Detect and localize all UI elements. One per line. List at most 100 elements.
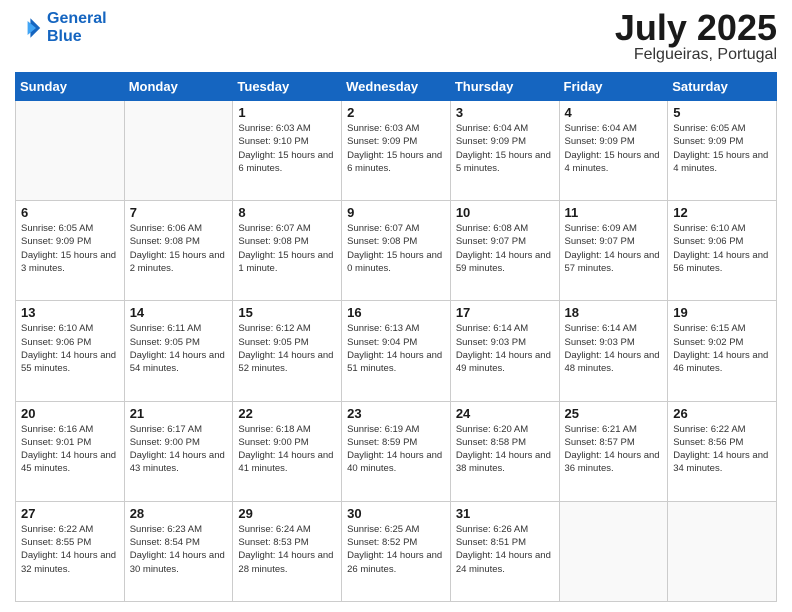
header: General Blue July 2025 Felgueiras, Portu…	[15, 10, 777, 64]
day-number: 5	[673, 105, 771, 120]
day-info: Sunrise: 6:14 AM Sunset: 9:03 PM Dayligh…	[456, 322, 554, 375]
day-number: 20	[21, 406, 119, 421]
day-number: 31	[456, 506, 554, 521]
day-info: Sunrise: 6:15 AM Sunset: 9:02 PM Dayligh…	[673, 322, 771, 375]
day-info: Sunrise: 6:10 AM Sunset: 9:06 PM Dayligh…	[673, 222, 771, 275]
calendar-cell: 23Sunrise: 6:19 AM Sunset: 8:59 PM Dayli…	[342, 401, 451, 501]
calendar-cell: 22 Sunrise: 6:18 AM Sunset: 9:00 PM Dayli…	[233, 401, 342, 501]
day-info: Sunrise: 6:10 AM Sunset: 9:06 PM Dayligh…	[21, 322, 119, 375]
day-number: 19	[673, 305, 771, 320]
day-info: Sunrise: 6:25 AM Sunset: 8:52 PM Dayligh…	[347, 523, 445, 576]
day-number: 9	[347, 205, 445, 220]
calendar-header-row: SundayMondayTuesdayWednesdayThursdayFrid…	[16, 73, 777, 101]
location: Felgueiras, Portugal	[615, 46, 777, 64]
day-info: Sunrise: 6:23 AM Sunset: 8:54 PM Dayligh…	[130, 523, 228, 576]
calendar-cell: 31 Sunrise: 6:26 AM Sunset: 8:51 PM Dayli…	[450, 501, 559, 601]
day-number: 7	[130, 205, 228, 220]
day-number: 12	[673, 205, 771, 220]
calendar-cell: 14 Sunrise: 6:11 AM Sunset: 9:05 PM Dayli…	[124, 301, 233, 401]
day-number: 27	[21, 506, 119, 521]
day-number: 2	[347, 105, 445, 120]
calendar-cell: 18Sunrise: 6:14 AM Sunset: 9:03 PM Dayli…	[559, 301, 668, 401]
calendar-week-2: 6 Sunrise: 6:05 AM Sunset: 9:09 PM Daylig…	[16, 201, 777, 301]
calendar-week-5: 27 Sunrise: 6:22 AM Sunset: 8:55 PM Dayli…	[16, 501, 777, 601]
title-block: July 2025 Felgueiras, Portugal	[615, 10, 777, 64]
calendar-cell: 6 Sunrise: 6:05 AM Sunset: 9:09 PM Daylig…	[16, 201, 125, 301]
day-number: 8	[238, 205, 336, 220]
calendar-cell	[668, 501, 777, 601]
day-number: 4	[565, 105, 663, 120]
day-info: Sunrise: 6:17 AM Sunset: 9:00 PM Dayligh…	[130, 423, 228, 476]
calendar-header-monday: Monday	[124, 73, 233, 101]
day-info: Sunrise: 6:20 AM Sunset: 8:58 PM Dayligh…	[456, 423, 554, 476]
day-info: Sunrise: 6:03 AM Sunset: 9:09 PM Dayligh…	[347, 122, 445, 175]
calendar-cell	[124, 101, 233, 201]
day-number: 25	[565, 406, 663, 421]
calendar: SundayMondayTuesdayWednesdayThursdayFrid…	[15, 72, 777, 602]
day-number: 22	[238, 406, 336, 421]
calendar-header-thursday: Thursday	[450, 73, 559, 101]
day-info: Sunrise: 6:11 AM Sunset: 9:05 PM Dayligh…	[130, 322, 228, 375]
calendar-cell: 13 Sunrise: 6:10 AM Sunset: 9:06 PM Dayli…	[16, 301, 125, 401]
day-info: Sunrise: 6:07 AM Sunset: 9:08 PM Dayligh…	[347, 222, 445, 275]
day-info: Sunrise: 6:04 AM Sunset: 9:09 PM Dayligh…	[565, 122, 663, 175]
calendar-cell: 28Sunrise: 6:23 AM Sunset: 8:54 PM Dayli…	[124, 501, 233, 601]
day-number: 21	[130, 406, 228, 421]
calendar-cell	[559, 501, 668, 601]
day-number: 10	[456, 205, 554, 220]
calendar-cell: 8Sunrise: 6:07 AM Sunset: 9:08 PM Daylig…	[233, 201, 342, 301]
day-number: 1	[238, 105, 336, 120]
day-info: Sunrise: 6:16 AM Sunset: 9:01 PM Dayligh…	[21, 423, 119, 476]
day-number: 14	[130, 305, 228, 320]
logo: General Blue	[15, 10, 107, 45]
day-number: 13	[21, 305, 119, 320]
day-info: Sunrise: 6:22 AM Sunset: 8:56 PM Dayligh…	[673, 423, 771, 476]
month-title: July 2025	[615, 10, 777, 46]
day-number: 24	[456, 406, 554, 421]
day-info: Sunrise: 6:26 AM Sunset: 8:51 PM Dayligh…	[456, 523, 554, 576]
calendar-cell: 3Sunrise: 6:04 AM Sunset: 9:09 PM Daylig…	[450, 101, 559, 201]
calendar-header-saturday: Saturday	[668, 73, 777, 101]
calendar-cell: 16Sunrise: 6:13 AM Sunset: 9:04 PM Dayli…	[342, 301, 451, 401]
calendar-cell: 7 Sunrise: 6:06 AM Sunset: 9:08 PM Daylig…	[124, 201, 233, 301]
day-number: 18	[565, 305, 663, 320]
day-info: Sunrise: 6:05 AM Sunset: 9:09 PM Dayligh…	[673, 122, 771, 175]
day-number: 6	[21, 205, 119, 220]
calendar-cell: 19 Sunrise: 6:15 AM Sunset: 9:02 PM Dayli…	[668, 301, 777, 401]
calendar-cell: 21 Sunrise: 6:17 AM Sunset: 9:00 PM Dayli…	[124, 401, 233, 501]
day-number: 3	[456, 105, 554, 120]
calendar-cell: 29Sunrise: 6:24 AM Sunset: 8:53 PM Dayli…	[233, 501, 342, 601]
calendar-cell: 30 Sunrise: 6:25 AM Sunset: 8:52 PM Dayli…	[342, 501, 451, 601]
day-number: 17	[456, 305, 554, 320]
calendar-cell: 26Sunrise: 6:22 AM Sunset: 8:56 PM Dayli…	[668, 401, 777, 501]
calendar-cell: 5 Sunrise: 6:05 AM Sunset: 9:09 PM Daylig…	[668, 101, 777, 201]
day-info: Sunrise: 6:03 AM Sunset: 9:10 PM Dayligh…	[238, 122, 336, 175]
day-info: Sunrise: 6:06 AM Sunset: 9:08 PM Dayligh…	[130, 222, 228, 275]
calendar-week-3: 13 Sunrise: 6:10 AM Sunset: 9:06 PM Dayli…	[16, 301, 777, 401]
day-number: 11	[565, 205, 663, 220]
calendar-cell: 9 Sunrise: 6:07 AM Sunset: 9:08 PM Daylig…	[342, 201, 451, 301]
calendar-cell: 2 Sunrise: 6:03 AM Sunset: 9:09 PM Daylig…	[342, 101, 451, 201]
calendar-header-friday: Friday	[559, 73, 668, 101]
day-info: Sunrise: 6:08 AM Sunset: 9:07 PM Dayligh…	[456, 222, 554, 275]
day-number: 23	[347, 406, 445, 421]
calendar-cell: 1 Sunrise: 6:03 AM Sunset: 9:10 PM Daylig…	[233, 101, 342, 201]
calendar-cell	[16, 101, 125, 201]
day-info: Sunrise: 6:18 AM Sunset: 9:00 PM Dayligh…	[238, 423, 336, 476]
calendar-cell: 12 Sunrise: 6:10 AM Sunset: 9:06 PM Dayli…	[668, 201, 777, 301]
calendar-cell: 15 Sunrise: 6:12 AM Sunset: 9:05 PM Dayli…	[233, 301, 342, 401]
calendar-cell: 10 Sunrise: 6:08 AM Sunset: 9:07 PM Dayli…	[450, 201, 559, 301]
calendar-cell: 25Sunrise: 6:21 AM Sunset: 8:57 PM Dayli…	[559, 401, 668, 501]
day-info: Sunrise: 6:13 AM Sunset: 9:04 PM Dayligh…	[347, 322, 445, 375]
day-info: Sunrise: 6:22 AM Sunset: 8:55 PM Dayligh…	[21, 523, 119, 576]
calendar-cell: 24 Sunrise: 6:20 AM Sunset: 8:58 PM Dayli…	[450, 401, 559, 501]
logo-icon	[15, 14, 43, 42]
day-info: Sunrise: 6:05 AM Sunset: 9:09 PM Dayligh…	[21, 222, 119, 275]
calendar-week-4: 20 Sunrise: 6:16 AM Sunset: 9:01 PM Dayli…	[16, 401, 777, 501]
calendar-cell: 11 Sunrise: 6:09 AM Sunset: 9:07 PM Dayli…	[559, 201, 668, 301]
logo-text: General Blue	[47, 10, 107, 45]
day-info: Sunrise: 6:09 AM Sunset: 9:07 PM Dayligh…	[565, 222, 663, 275]
day-number: 30	[347, 506, 445, 521]
day-number: 15	[238, 305, 336, 320]
day-info: Sunrise: 6:12 AM Sunset: 9:05 PM Dayligh…	[238, 322, 336, 375]
